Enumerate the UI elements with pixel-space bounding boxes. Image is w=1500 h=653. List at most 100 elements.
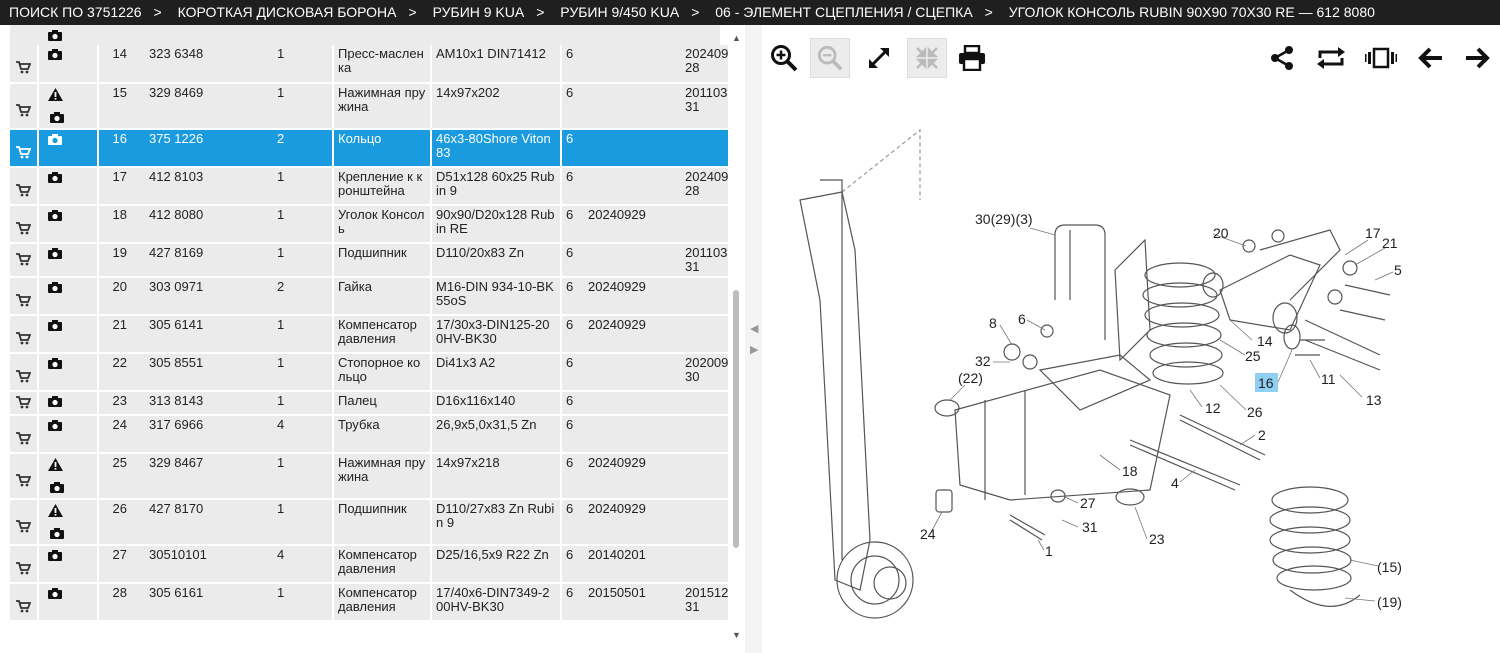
scroll-up-icon[interactable]: ▲	[732, 33, 741, 43]
table-row[interactable]: 17 412 8103 1 Крепление к кронштейна D51x128…	[10, 167, 733, 206]
table-row[interactable]: 21 305 6141 1 Компенсатор давления 17/30x3-D…	[10, 315, 733, 354]
description-cell: D51x128 60x25 Rubin 9	[431, 167, 562, 206]
part-name-cell: Нажимная пружина	[332, 83, 432, 130]
add-to-cart-icon[interactable]	[15, 293, 32, 308]
table-row[interactable]: 27 30510101 4 Компенсатор давления D25/16,5x…	[10, 545, 733, 584]
camera-icon[interactable]	[50, 482, 97, 498]
part-name-cell: Пресс-масленка	[332, 45, 432, 84]
scroll-down-icon[interactable]: ▼	[732, 630, 741, 640]
table-row[interactable]: 15 329 8469 1 Нажимная пружина 14x97x202 6 201…	[10, 83, 733, 130]
part-number-cell[interactable]: 427 8170	[139, 499, 275, 546]
add-to-cart-icon[interactable]	[15, 599, 32, 614]
add-to-cart-icon[interactable]	[15, 221, 32, 236]
breadcrumb-item[interactable]: РУБИН 9/450 KUA	[560, 4, 679, 20]
part-number-cell[interactable]: 313 8143	[139, 391, 275, 416]
table-row[interactable]: 20 303 0971 2 Гайка M16-DIN 934-10-BK55oS 6 20…	[10, 277, 733, 316]
swap-button[interactable]	[1311, 38, 1351, 78]
exploded-parts-diagram[interactable]: 30(29)(3) 20 6 17 21 5 8 32 (22) 14 25 1…	[770, 100, 1500, 653]
next-button[interactable]	[1458, 38, 1498, 78]
camera-icon[interactable]	[48, 134, 97, 150]
camera-icon[interactable]	[48, 550, 97, 566]
add-to-cart-icon[interactable]	[15, 145, 32, 160]
camera-icon[interactable]	[48, 588, 97, 604]
warning-icon[interactable]	[48, 458, 97, 474]
carousel-button[interactable]	[1361, 38, 1401, 78]
splitter[interactable]: ◀ ▶	[745, 25, 762, 653]
table-row[interactable]: 26 427 8170 1 Подшипник D110/27x83 Zn Rubin …	[10, 499, 733, 546]
camera-icon[interactable]	[48, 320, 97, 336]
breadcrumb-item[interactable]: КОРОТКАЯ ДИСКОВАЯ БОРОНА	[178, 4, 397, 20]
print-button[interactable]	[952, 38, 992, 78]
table-row[interactable]: 18 412 8080 1 Уголок Консоль 90x90/D20x128 R…	[10, 205, 733, 244]
warning-icon[interactable]	[48, 88, 97, 104]
table-row[interactable]: 24 317 6966 4 Трубка 26,9x5,0x31,5 Zn 6	[10, 415, 733, 454]
table-row[interactable]: 28 305 6161 1 Компенсатор давления 17/40x6-D…	[10, 583, 733, 622]
camera-icon[interactable]	[48, 49, 97, 65]
breadcrumb-item[interactable]: 06 - ЭЛЕМЕНТ СЦЕПЛЕНИЯ / СЦЕПКА	[715, 4, 972, 20]
part-number-cell[interactable]: 323 6348	[139, 45, 275, 84]
zoom-out-button[interactable]	[810, 38, 850, 78]
camera-icon[interactable]	[48, 396, 97, 412]
part-number-cell[interactable]: 305 6141	[139, 315, 275, 354]
camera-icon[interactable]	[48, 248, 97, 264]
camera-icon[interactable]	[48, 210, 97, 226]
breadcrumb-item[interactable]: УГОЛОК КОНСОЛЬ RUBIN 90X90 70X30 RE — 61…	[1009, 4, 1375, 20]
part-name-cell: Стопорное кольцо	[332, 353, 432, 392]
axle-tube-part	[1219, 254, 1321, 331]
add-to-cart-icon[interactable]	[15, 473, 32, 488]
camera-icon[interactable]	[48, 282, 97, 298]
scrollbar[interactable]: ▲ ▼	[728, 25, 745, 653]
part-number-cell[interactable]: 412 8080	[139, 205, 275, 244]
group-cell: 6	[561, 583, 584, 622]
warning-icon[interactable]	[48, 504, 97, 520]
add-to-cart-icon[interactable]	[15, 61, 32, 75]
add-to-cart-icon[interactable]	[15, 395, 32, 410]
part-number-cell[interactable]: 305 8551	[139, 353, 275, 392]
camera-icon[interactable]	[48, 29, 62, 44]
add-to-cart-icon[interactable]	[15, 369, 32, 384]
part-number-cell[interactable]: 375 1226	[139, 129, 275, 168]
add-to-cart-icon[interactable]	[15, 331, 32, 346]
table-row[interactable]: 22 305 8551 1 Стопорное кольцо Di41x3 A2 6 202…	[10, 353, 733, 392]
camera-icon[interactable]	[50, 112, 97, 128]
breadcrumb-item[interactable]: РУБИН 9 KUA	[433, 4, 525, 20]
add-to-cart-icon[interactable]	[15, 519, 32, 534]
part-number-cell[interactable]: 305 6161	[139, 583, 275, 622]
camera-icon[interactable]	[48, 172, 97, 188]
fit-button[interactable]	[907, 38, 947, 78]
date-from-cell	[584, 83, 681, 130]
camera-icon[interactable]	[48, 420, 97, 436]
part-number-cell[interactable]: 317 6966	[139, 415, 275, 454]
add-to-cart-icon[interactable]	[15, 252, 32, 267]
part-number-cell[interactable]: 329 8467	[139, 453, 275, 500]
add-to-cart-icon[interactable]	[15, 183, 32, 198]
date-to-cell	[681, 129, 733, 168]
collapse-left-icon[interactable]: ◀	[750, 322, 758, 335]
description-cell: 90x90/D20x128 Rubin RE	[431, 205, 562, 244]
camera-icon[interactable]	[48, 358, 97, 374]
part-number-cell[interactable]: 427 8169	[139, 243, 275, 278]
date-to-cell	[681, 205, 733, 244]
group-cell: 6	[561, 315, 584, 354]
position-cell: 22	[98, 353, 139, 392]
share-button[interactable]	[1262, 38, 1302, 78]
collapse-right-icon[interactable]: ▶	[750, 343, 758, 356]
table-row[interactable]: 25 329 8467 1 Нажимная пружина 14x97x218 6 202…	[10, 453, 733, 500]
table-row[interactable]: 16 375 1226 2 Кольцо 46x3-80Shore Viton83 6	[10, 129, 733, 168]
camera-icon[interactable]	[50, 528, 97, 544]
zoom-in-button[interactable]	[764, 38, 804, 78]
table-row[interactable]: 23 313 8143 1 Палец D16x116x140 6	[10, 391, 733, 416]
table-row[interactable]: 14 323 6348 1 Пресс-масленка AM10x1 DIN71412…	[10, 45, 733, 84]
add-to-cart-icon[interactable]	[15, 561, 32, 576]
previous-button[interactable]	[1410, 38, 1450, 78]
table-row[interactable]: 19 427 8169 1 Подшипник D110/20x83 Zn 6 201103…	[10, 243, 733, 278]
part-number-cell[interactable]: 412 8103	[139, 167, 275, 206]
part-number-cell[interactable]: 30510101	[139, 545, 275, 584]
part-number-cell[interactable]: 329 8469	[139, 83, 275, 130]
breadcrumb-item[interactable]: ПОИСК ПО 3751226	[9, 4, 142, 20]
add-to-cart-icon[interactable]	[15, 103, 32, 118]
fullscreen-button[interactable]	[859, 38, 899, 78]
part-number-cell[interactable]: 303 0971	[139, 277, 275, 316]
scrollbar-thumb[interactable]	[733, 290, 739, 548]
add-to-cart-icon[interactable]	[15, 431, 32, 446]
